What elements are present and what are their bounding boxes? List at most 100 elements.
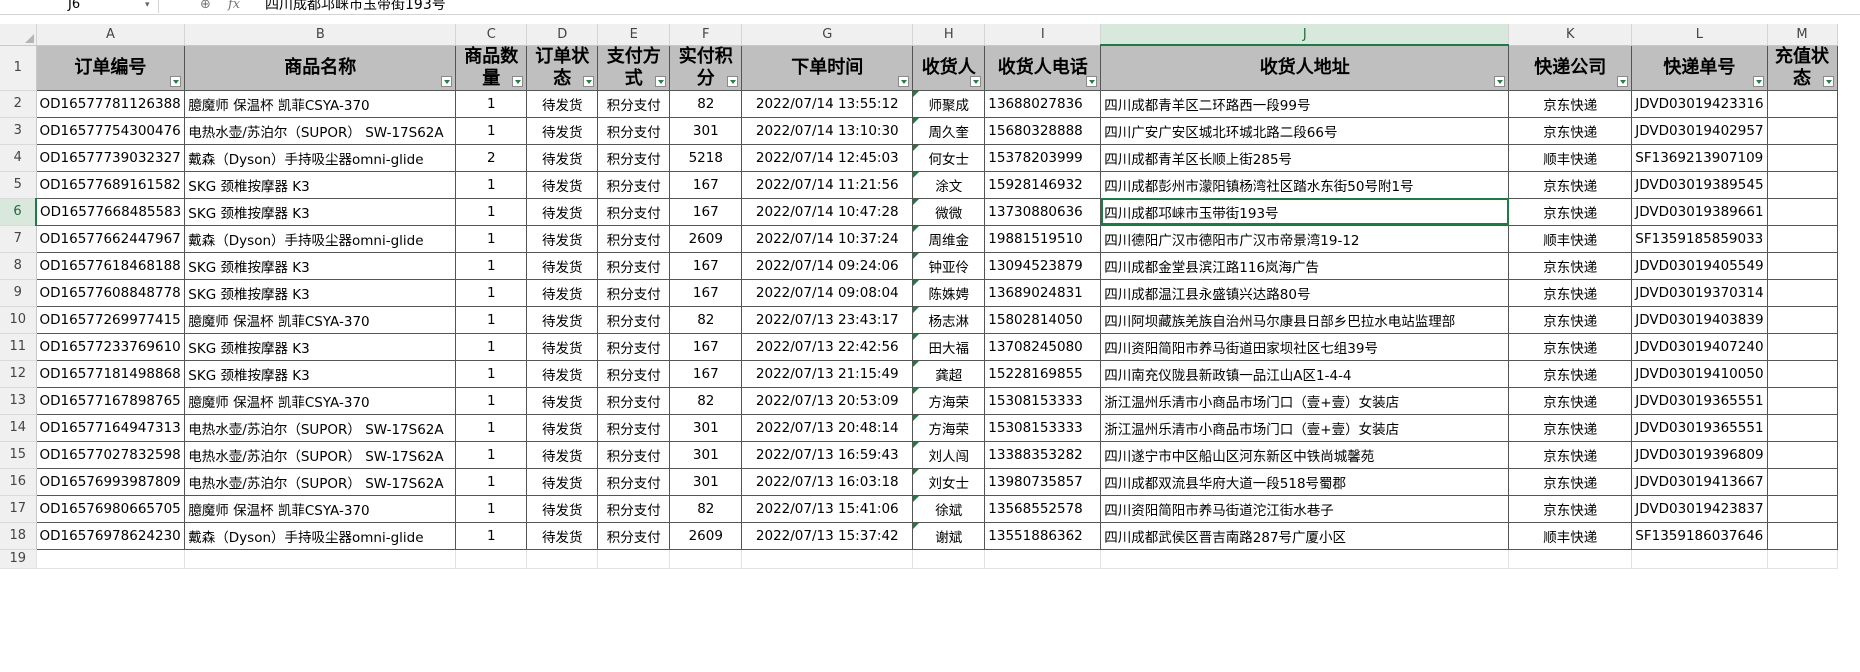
cell-k[interactable]: 京东快递 [1508,278,1633,307]
cell-g[interactable]: 2022/07/14 09:08:04 [741,278,914,307]
filter-dropdown-icon[interactable] [1752,75,1764,87]
row-number[interactable]: 18 [0,522,37,550]
cell-c[interactable]: 1 [455,116,528,145]
cell-e[interactable]: 积分支付 [597,386,671,415]
row-number[interactable]: 9 [0,279,37,307]
cell-k[interactable]: 京东快递 [1508,494,1633,523]
header-cell[interactable]: 收货人电话 [984,44,1102,91]
cell-a[interactable]: OD16577754300476 [35,116,186,145]
cell-d[interactable]: 待发货 [526,224,599,253]
cell-f[interactable]: 167 [669,278,743,307]
header-cell[interactable]: 收货人地址 [1100,44,1510,91]
header-cell[interactable]: 商品名称 [184,44,457,91]
header-cell[interactable]: 收货人 [912,44,986,91]
cell-c[interactable]: 1 [455,278,528,307]
cell-d[interactable]: 待发货 [526,359,599,388]
cell-b[interactable]: 电热水壶/苏泊尔（SUPOR） SW-17S62A [184,116,457,145]
row-number[interactable]: 13 [0,387,37,415]
cell-i[interactable]: 15680328888 [984,116,1102,145]
cell-f[interactable]: 301 [669,116,743,145]
header-cell[interactable]: 实付积分 [669,44,743,91]
cell-j[interactable]: 四川成都邛崃市玉带街193号 [1100,197,1510,226]
cell-f[interactable]: 82 [669,494,743,523]
cell-j[interactable]: 四川德阳广汉市德阳市广汉市帝景湾19-12 [1100,224,1510,253]
cell-d[interactable]: 待发货 [526,170,599,199]
cell-k[interactable]: 顺丰快递 [1508,143,1633,172]
cell-l[interactable]: JDVD03019370314 [1631,278,1768,307]
filter-dropdown-icon[interactable] [1617,75,1629,87]
cell-b[interactable]: 臆魔师 保温杯 凯菲CSYA-370 [184,305,457,334]
cell-m[interactable] [1766,224,1838,253]
cell-f[interactable]: 82 [669,386,743,415]
cell-l[interactable]: JDVD03019402957 [1631,116,1768,145]
cell-g[interactable]: 2022/07/14 12:45:03 [741,143,914,172]
cell-j[interactable]: 四川广安广安区城北环城北路二段66号 [1100,116,1510,145]
cell-d[interactable]: 待发货 [526,251,599,280]
cell-a[interactable]: OD16577233769610 [35,332,186,361]
cell-d[interactable]: 待发货 [526,332,599,361]
cell-c[interactable]: 1 [455,440,528,469]
cell-i[interactable]: 13688027836 [984,89,1102,118]
cell-e[interactable]: 积分支付 [597,170,671,199]
cell-g[interactable]: 2022/07/14 13:10:30 [741,116,914,145]
filter-dropdown-icon[interactable] [1086,75,1098,87]
cell-i[interactable]: 13730880636 [984,197,1102,226]
header-cell[interactable]: 商品数量 [455,44,528,91]
cell-l[interactable]: JDVD03019389545 [1631,170,1768,199]
cell-i[interactable]: 13689024831 [984,278,1102,307]
column-header-j[interactable]: J [1100,24,1510,46]
row-number[interactable]: 12 [0,360,37,388]
cell-f[interactable]: 167 [669,332,743,361]
cell-g[interactable]: 2022/07/14 09:24:06 [741,251,914,280]
filter-dropdown-icon[interactable] [170,75,182,87]
column-header-k[interactable]: K [1508,24,1633,46]
empty-cell[interactable] [984,549,1102,569]
cell-f[interactable]: 82 [669,89,743,118]
row-number[interactable]: 1 [0,45,37,91]
cell-j[interactable]: 四川南充仪陇县新政镇一品江山A区1-4-4 [1100,359,1510,388]
cell-c[interactable]: 1 [455,197,528,226]
cell-c[interactable]: 2 [455,143,528,172]
cell-h[interactable]: 龚超 [912,359,986,388]
cell-c[interactable]: 1 [455,413,528,442]
cell-h[interactable]: 徐斌 [912,494,986,523]
cell-i[interactable]: 13094523879 [984,251,1102,280]
cell-c[interactable]: 1 [455,224,528,253]
cell-d[interactable]: 待发货 [526,197,599,226]
column-header-i[interactable]: I [984,24,1102,46]
cell-e[interactable]: 积分支付 [597,251,671,280]
cell-e[interactable]: 积分支付 [597,305,671,334]
filter-dropdown-icon[interactable] [970,75,982,87]
cell-g[interactable]: 2022/07/13 22:42:56 [741,332,914,361]
filter-dropdown-icon[interactable] [441,75,453,87]
cell-j[interactable]: 四川成都温江县永盛镇兴达路80号 [1100,278,1510,307]
cell-i[interactable]: 15228169855 [984,359,1102,388]
cell-j[interactable]: 四川资阳简阳市养马街道田家坝社区七组39号 [1100,332,1510,361]
cell-i[interactable]: 15378203999 [984,143,1102,172]
cell-m[interactable] [1766,386,1838,415]
cell-c[interactable]: 1 [455,521,528,550]
cell-i[interactable]: 15308153333 [984,386,1102,415]
empty-cell[interactable] [455,549,528,569]
cell-i[interactable]: 15308153333 [984,413,1102,442]
filter-dropdown-icon[interactable] [727,75,739,87]
cell-h[interactable]: 师聚成 [912,89,986,118]
cell-d[interactable]: 待发货 [526,278,599,307]
column-header-l[interactable]: L [1631,24,1768,46]
cell-l[interactable]: JDVD03019423316 [1631,89,1768,118]
cell-j[interactable]: 浙江温州乐清市小商品市场门口（壹+壹）女装店 [1100,386,1510,415]
cell-b[interactable]: 戴森（Dyson）手持吸尘器omni-glide [184,521,457,550]
cell-k[interactable]: 京东快递 [1508,332,1633,361]
cell-j[interactable]: 四川成都金堂县滨江路116岚海广告 [1100,251,1510,280]
cell-g[interactable]: 2022/07/13 16:59:43 [741,440,914,469]
cell-g[interactable]: 2022/07/13 15:37:42 [741,521,914,550]
cell-e[interactable]: 积分支付 [597,440,671,469]
header-cell[interactable]: 充值状态 [1766,44,1838,91]
cell-g[interactable]: 2022/07/13 16:03:18 [741,467,914,496]
formula-input[interactable]: 四川成都邛崃市玉带街193号 [265,0,446,13]
cell-j[interactable]: 浙江温州乐清市小商品市场门口（壹+壹）女装店 [1100,413,1510,442]
cell-m[interactable] [1766,170,1838,199]
cell-d[interactable]: 待发货 [526,89,599,118]
row-number[interactable]: 3 [0,117,37,145]
cell-i[interactable]: 13708245080 [984,332,1102,361]
